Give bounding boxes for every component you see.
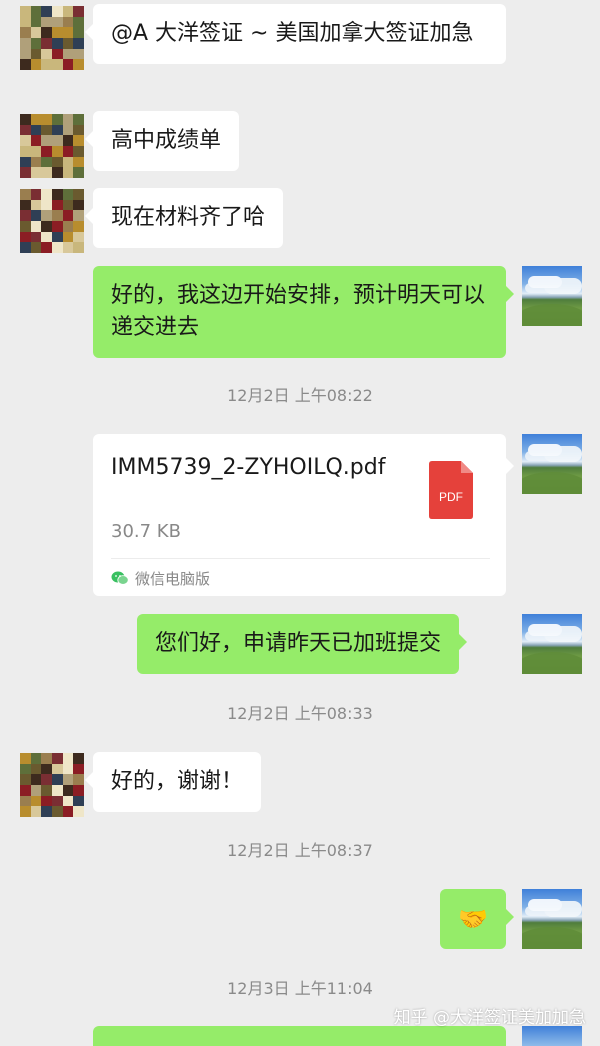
file-name: IMM5739_2-ZYHOILQ.pdf (111, 455, 386, 480)
message-sent-emoji[interactable]: 🤝 (440, 889, 514, 949)
avatar-self[interactable] (522, 434, 582, 494)
message-text: 您们好，申请昨天已加班提交 (155, 631, 442, 656)
handshake-icon: 🤝 (458, 905, 488, 933)
footer-label: 微信电脑版 (135, 569, 211, 588)
timestamp: 12月2日 上午08:22 (227, 386, 373, 405)
message-received[interactable]: 现在材料齐了哈 (84, 188, 284, 248)
message-received[interactable]: @A 大洋签证 ~ 美国加拿大签证加急 (85, 4, 506, 64)
divider (111, 558, 490, 559)
message-sent[interactable]: 好的，我这边开始安排，预计明天可以递交进去 (93, 266, 514, 358)
timestamp: 12月3日 上午11:04 (227, 979, 373, 998)
message-text: @A 大洋签证 ~ 美国加拿大签证加急 (111, 21, 474, 46)
timestamp: 12月2日 上午08:33 (227, 704, 373, 723)
message-received[interactable]: 高中成绩单 (84, 111, 240, 171)
card-footer: 微信电脑版 (111, 566, 210, 590)
file-size: 30.7 KB (111, 521, 181, 542)
avatar-contact[interactable] (20, 114, 84, 178)
message-text: 高中成绩单 (111, 128, 222, 153)
avatar-self[interactable] (522, 1026, 582, 1046)
avatar-contact[interactable] (20, 6, 84, 70)
avatar-contact[interactable] (20, 753, 84, 817)
file-message-card[interactable]: IMM5739_2-ZYHOILQ.pdf 30.7 KB PDF 微信电脑版 (93, 434, 514, 596)
pdf-file-icon: PDF (429, 461, 473, 519)
message-text: 好的，谢谢！ (111, 769, 244, 794)
message-sent-partial[interactable] (93, 1026, 506, 1046)
message-received[interactable]: 好的，谢谢！ (84, 752, 262, 812)
watermark: 知乎 @大洋签证美加加急 (393, 1008, 586, 1028)
message-sent[interactable]: 您们好，申请昨天已加班提交 (137, 614, 468, 674)
wechat-icon (111, 571, 129, 585)
avatar-self[interactable] (522, 266, 582, 326)
message-text: 好的，我这边开始安排，预计明天可以递交进去 (111, 283, 486, 340)
avatar-contact[interactable] (20, 189, 84, 253)
avatar-self[interactable] (522, 889, 582, 949)
message-text: 现在材料齐了哈 (111, 205, 266, 230)
pdf-icon-label: PDF (439, 490, 463, 504)
avatar-self[interactable] (522, 614, 582, 674)
timestamp: 12月2日 上午08:37 (227, 841, 373, 860)
